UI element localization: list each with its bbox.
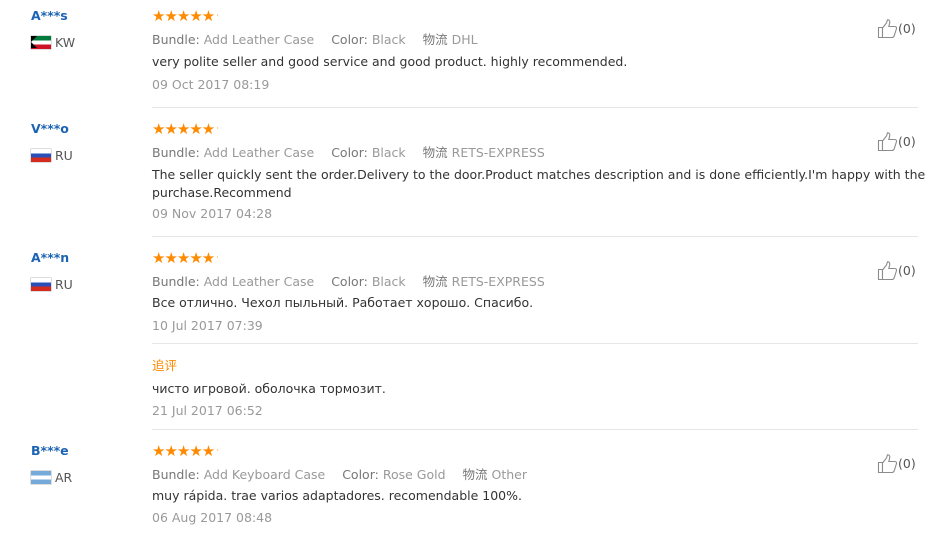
divider [152, 107, 918, 108]
reviewer-info: A***s KW [31, 8, 75, 50]
star-rating: ★★★★★ · [152, 443, 902, 459]
bundle-label: Bundle: [152, 145, 200, 160]
country-code: RU [55, 277, 73, 292]
shipping-label: 物流 [422, 145, 448, 160]
bundle-value: Add Leather Case [203, 274, 315, 289]
reviewer-info: B***e AR [31, 443, 72, 485]
shipping-label: 物流 [422, 274, 448, 289]
shipping-value: Other [491, 467, 528, 482]
helpful-button[interactable]: (0) [877, 131, 916, 152]
shipping-label: 物流 [422, 32, 448, 47]
divider [152, 429, 918, 430]
bundle-value: Add Keyboard Case [203, 467, 326, 482]
review-date: 09 Nov 2017 04:28 [152, 206, 273, 221]
dot-icon: · [216, 253, 218, 262]
thumbs-up-icon[interactable] [877, 260, 898, 281]
review-content: ★★★★★ · Bundle: Add Keyboard Case Color: … [152, 443, 902, 525]
star-rating: ★★★★★ · [152, 121, 902, 137]
helpful-count: (0) [898, 456, 916, 471]
helpful-button[interactable]: (0) [877, 453, 916, 474]
color-label: Color: [331, 32, 368, 47]
shipping-value: RETS-EXPRESS [451, 274, 545, 289]
reviewer-country: AR [31, 467, 72, 486]
followup-title: 追评 [152, 358, 178, 373]
review-text: very polite seller and good service and … [152, 54, 628, 69]
thumbs-up-icon[interactable] [877, 131, 898, 152]
reviewer-name: A***n [31, 250, 70, 265]
review-text-line: purchase.Recommend [152, 185, 292, 200]
review-attributes: Bundle: Add Leather Case Color: Black 物流… [152, 29, 478, 48]
bundle-value: Add Leather Case [203, 145, 315, 160]
color-label: Color: [331, 274, 368, 289]
stars-icon: ★★★★★ [152, 7, 215, 25]
dot-icon: · [216, 11, 218, 20]
review-date: 06 Aug 2017 08:48 [152, 510, 273, 525]
helpful-button[interactable]: (0) [877, 260, 916, 281]
color-value: Rose Gold [382, 467, 446, 482]
color-label: Color: [331, 145, 368, 160]
helpful-count: (0) [898, 21, 916, 36]
shipping-value: DHL [451, 32, 478, 47]
dot-icon: · [216, 124, 218, 133]
followup-divider [152, 343, 918, 344]
flag-ru-icon [31, 149, 51, 162]
dot-icon: · [216, 446, 218, 455]
reviewer-country: RU [31, 274, 73, 293]
review-content: ★★★★★ · Bundle: Add Leather Case Color: B… [152, 8, 902, 92]
flag-kw-icon [31, 36, 51, 49]
shipping-label: 物流 [462, 467, 488, 482]
reviewer-info: A***n RU [31, 250, 73, 292]
star-rating: ★★★★★ · [152, 8, 902, 24]
color-value: Black [371, 32, 406, 47]
thumbs-up-icon[interactable] [877, 18, 898, 39]
review-text: The seller quickly sent the order.Delive… [152, 166, 925, 202]
country-code: AR [55, 470, 73, 485]
reviewer-name: V***o [31, 121, 69, 136]
review-attributes: Bundle: Add Leather Case Color: Black 物流… [152, 142, 545, 161]
reviewer-name: A***s [31, 8, 68, 23]
review-text: Все отлично. Чехол пыльный. Работает хор… [152, 295, 534, 310]
divider [152, 236, 918, 237]
bundle-label: Bundle: [152, 32, 200, 47]
review-text: muy rápida. trae varios adaptadores. rec… [152, 488, 522, 503]
review-date: 09 Oct 2017 08:19 [152, 77, 270, 92]
bundle-value: Add Leather Case [203, 32, 315, 47]
helpful-count: (0) [898, 134, 916, 149]
helpful-count: (0) [898, 263, 916, 278]
followup-date: 21 Jul 2017 06:52 [152, 403, 263, 418]
thumbs-up-icon[interactable] [877, 453, 898, 474]
color-value: Black [371, 145, 406, 160]
bundle-label: Bundle: [152, 274, 200, 289]
flag-ar-icon [31, 471, 51, 484]
helpful-button[interactable]: (0) [877, 18, 916, 39]
review-content: ★★★★★ · Bundle: Add Leather Case Color: B… [152, 121, 925, 221]
review-text-line: The seller quickly sent the order.Delive… [152, 167, 926, 182]
reviewer-info: V***o RU [31, 121, 73, 163]
stars-icon: ★★★★★ [152, 120, 215, 138]
flag-ru-icon [31, 278, 51, 291]
bundle-label: Bundle: [152, 467, 200, 482]
reviewer-name: B***e [31, 443, 69, 458]
shipping-value: RETS-EXPRESS [451, 145, 545, 160]
review-date: 10 Jul 2017 07:39 [152, 318, 263, 333]
reviewer-country: RU [31, 145, 73, 164]
country-code: KW [55, 35, 76, 50]
reviewer-country: KW [31, 32, 75, 51]
country-code: RU [55, 148, 73, 163]
followup-text: чисто игровой. оболочка тормозит. [152, 381, 386, 396]
stars-icon: ★★★★★ [152, 249, 215, 267]
star-rating: ★★★★★ · [152, 250, 902, 266]
review-attributes: Bundle: Add Keyboard Case Color: Rose Go… [152, 464, 527, 483]
review-content: ★★★★★ · Bundle: Add Leather Case Color: B… [152, 250, 918, 418]
review-attributes: Bundle: Add Leather Case Color: Black 物流… [152, 271, 545, 290]
color-label: Color: [342, 467, 379, 482]
stars-icon: ★★★★★ [152, 442, 215, 460]
color-value: Black [371, 274, 406, 289]
